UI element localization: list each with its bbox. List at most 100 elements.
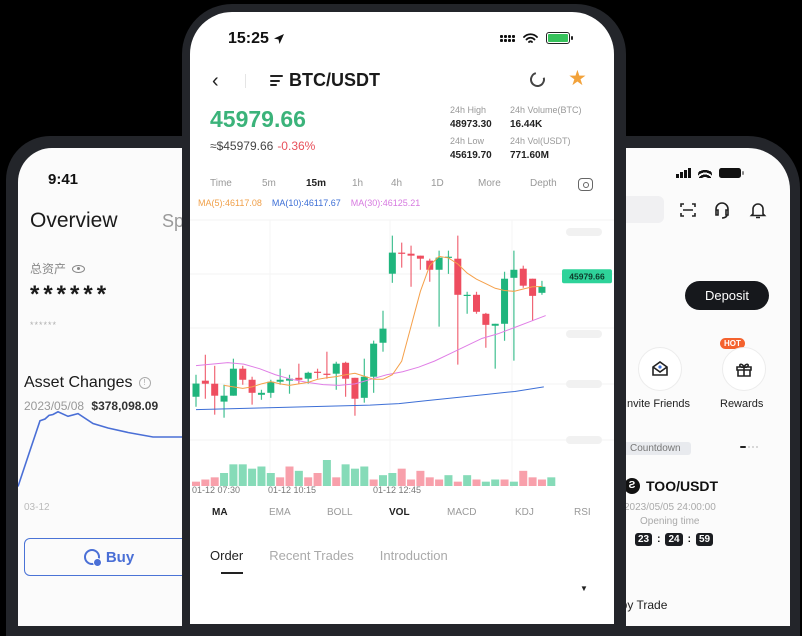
ma5-legend: MA(5):46117.08 [198, 198, 262, 208]
tab-introduction[interactable]: Introduction [380, 548, 448, 563]
candle [379, 310, 387, 352]
candle [220, 384, 228, 418]
center-phone-screen: 15:25 ‹ BTC/USDT ★ 45979.66 ≈$45979.66 -0… [190, 12, 614, 624]
volume-bar [509, 481, 518, 486]
scan-icon[interactable] [678, 200, 698, 220]
candlestick-chart[interactable]: 45979.66 [190, 208, 614, 488]
candle [370, 340, 378, 393]
volume-bar [285, 466, 294, 486]
volume-bar [453, 481, 462, 486]
candle-body [332, 363, 340, 374]
support-headset-icon[interactable] [712, 200, 732, 220]
asset-changes-line [18, 410, 206, 487]
indicator-tabs: MA EMA BOLL VOL MACD KDJ RSI [190, 507, 614, 518]
ma10-line [195, 386, 544, 411]
tab-1h[interactable]: 1h [352, 178, 391, 189]
eye-icon[interactable] [72, 264, 86, 273]
indicator-rsi[interactable]: RSI [574, 507, 604, 518]
candle-body [304, 372, 312, 379]
wifi-icon [523, 32, 538, 43]
info-icon[interactable]: ! [138, 377, 151, 389]
tab-more[interactable]: More [478, 178, 530, 189]
signal-icon [500, 34, 515, 42]
volume-bar [537, 479, 546, 486]
asset-changes-chart [18, 410, 206, 487]
volume-bar [481, 481, 490, 486]
volume-bar [472, 479, 481, 486]
carousel-dots [740, 446, 758, 448]
tab-recent-trades[interactable]: Recent Trades [269, 548, 354, 563]
volume-bar [294, 470, 303, 486]
volume-bar [416, 470, 425, 486]
promo-stage: 9:41 Overview Spot 总资产 ****** ****** Ass… [0, 0, 802, 636]
last-price: 45979.66 [210, 106, 306, 132]
volume-bar [257, 466, 266, 486]
candle-body [370, 343, 378, 377]
rewards-button[interactable] [722, 347, 766, 391]
indicator-boll[interactable]: BOLL [327, 507, 389, 518]
volume-bar [332, 477, 341, 486]
candle-body [501, 278, 509, 324]
right-phone-screen: Deposit Invite Friends HOT Rewards Count… [600, 148, 790, 626]
tab-4h[interactable]: 4h [391, 178, 431, 189]
bell-icon[interactable] [748, 200, 768, 220]
candle-body [491, 323, 499, 326]
deposit-button[interactable]: Deposit [685, 281, 769, 310]
invite-friends-button[interactable] [638, 347, 682, 391]
refresh-icon[interactable] [527, 69, 548, 90]
tab-order[interactable]: Order [210, 548, 243, 563]
timer-hours: 23 [635, 533, 653, 546]
candle-body [510, 269, 518, 278]
favorite-star-icon[interactable]: ★ [568, 66, 587, 91]
launch-pair[interactable]: Ƨ TOO/USDT [624, 478, 718, 494]
tab-15m[interactable]: 15m [306, 178, 352, 189]
back-button[interactable]: ‹ [212, 70, 219, 93]
volume-bar [435, 479, 444, 486]
tab-time[interactable]: Time [210, 178, 262, 189]
dropdown-caret-icon[interactable]: ▼ [580, 584, 588, 593]
buy-button[interactable]: Buy [24, 538, 206, 576]
candle-body [388, 252, 396, 274]
timer-sep: : [687, 534, 691, 545]
candle-body [314, 371, 322, 373]
tab-5m[interactable]: 5m [262, 178, 306, 189]
high-label: 24h High [450, 105, 487, 115]
ma10-legend: MA(10):46117.67 [271, 198, 341, 208]
tab-overview[interactable]: Overview [30, 209, 118, 233]
candle [416, 255, 424, 270]
candle-body [538, 286, 546, 293]
indicator-kdj[interactable]: KDJ [515, 507, 574, 518]
left-phone-frame: 9:41 Overview Spot 总资产 ****** ****** Ass… [6, 136, 206, 636]
candle [239, 365, 247, 385]
volume-bar [463, 475, 472, 486]
high-value: 48973.30 [450, 119, 492, 130]
chart-settings-eye-icon[interactable] [578, 178, 593, 191]
candle-body [342, 362, 350, 379]
indicator-ema[interactable]: EMA [269, 507, 327, 518]
indicator-vol[interactable]: VOL [389, 507, 447, 518]
signal-icon [676, 168, 691, 178]
gift-icon [736, 363, 752, 377]
candle-body [220, 395, 228, 402]
candle-body [267, 381, 275, 393]
candle-body [473, 294, 480, 312]
total-assets-label-row: 总资产 [30, 260, 86, 277]
pair-selector[interactable]: BTC/USDT [270, 70, 380, 91]
ma30-legend: MA(30):46125.21 [350, 198, 421, 208]
opening-time-label: Opening time [640, 516, 700, 527]
candle-body [360, 376, 368, 398]
candle [211, 365, 219, 415]
indicator-macd[interactable]: MACD [447, 507, 515, 518]
candle-body [229, 368, 237, 396]
total-assets-value: ****** [30, 281, 111, 308]
volume-bar [360, 466, 369, 486]
status-time-row: 15:25 [228, 30, 285, 48]
indicator-ma[interactable]: MA [212, 507, 269, 518]
pair-menu-icon [270, 75, 283, 86]
volume-bar [248, 468, 257, 486]
tab-depth[interactable]: Depth [530, 178, 570, 189]
x-label-2: 01-12 12:45 [373, 485, 422, 495]
tab-1d[interactable]: 1D [431, 178, 478, 189]
total-assets-label: 总资产 [30, 262, 67, 276]
volume-bar [341, 464, 350, 486]
